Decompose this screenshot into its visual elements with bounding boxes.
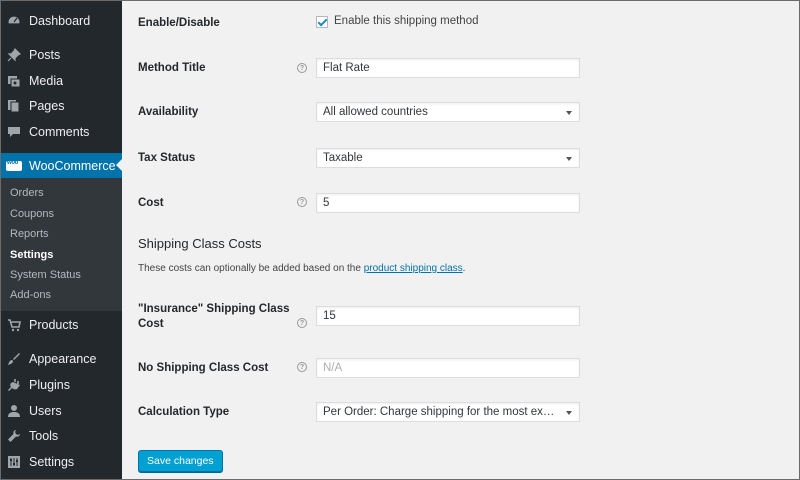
cart-icon [7, 318, 21, 332]
woocommerce-submenu: Orders Coupons Reports Settings System S… [1, 178, 122, 311]
menu-settings-label: Settings [29, 455, 75, 469]
menu-media-label: Media [29, 74, 64, 88]
calculation-type-label: Calculation Type [138, 406, 230, 418]
help-icon[interactable]: ? [297, 362, 307, 372]
menu-settings[interactable]: Settings [1, 449, 122, 475]
user-icon [7, 404, 21, 418]
tax-status-selected-value: Taxable [323, 152, 363, 164]
menu-plugins-label: Plugins [29, 378, 70, 392]
menu-products-label: Products [29, 318, 79, 332]
calculation-type-selected-value: Per Order: Charge shipping for the most … [323, 406, 559, 418]
availability-select[interactable]: All allowed countries [316, 102, 580, 122]
pushpin-icon [7, 47, 22, 62]
menu-tools-label: Tools [29, 429, 59, 443]
tax-status-label: Tax Status [138, 152, 196, 164]
insurance-cost-input[interactable]: 15 [316, 306, 580, 326]
cost-input[interactable]: 5 [316, 193, 580, 213]
save-changes-button[interactable]: Save changes [138, 450, 223, 472]
no-shipping-class-cost-input[interactable]: N/A [316, 358, 580, 378]
wrench-icon [7, 429, 21, 443]
availability-selected-value: All allowed countries [323, 106, 428, 118]
no-shipping-class-cost-label: No Shipping Class Cost [138, 362, 269, 374]
menu-dashboard-label: Dashboard [29, 14, 91, 28]
menu-pages[interactable]: Pages [1, 93, 122, 119]
shipping-class-description: These costs can optionally be added base… [138, 263, 465, 274]
menu-users[interactable]: Users [1, 398, 122, 424]
menu-comments-label: Comments [29, 125, 90, 139]
product-shipping-class-link[interactable]: product shipping class [364, 263, 463, 274]
pages-icon [7, 99, 21, 113]
help-icon[interactable]: ? [297, 63, 307, 73]
admin-sidebar: Dashboard Posts Media Pages Comments woo… [1, 1, 122, 479]
dashboard-icon [7, 14, 21, 28]
method-title-label: Method Title [138, 62, 206, 74]
menu-posts-label: Posts [29, 48, 61, 62]
settings-content: Enable/Disable Enable this shipping meth… [122, 1, 799, 479]
enable-shipping-checkbox[interactable] [316, 16, 328, 28]
woocommerce-icon [6, 160, 22, 171]
menu-dashboard[interactable]: Dashboard [1, 8, 122, 34]
media-icon [7, 74, 21, 88]
enable-shipping-checkbox-label[interactable]: Enable this shipping method [334, 15, 479, 27]
settings-sliders-icon [7, 455, 21, 469]
browser-frame: Dashboard Posts Media Pages Comments woo… [0, 0, 800, 480]
menu-appearance[interactable]: Appearance [1, 346, 122, 372]
menu-comments[interactable]: Comments [1, 119, 122, 145]
insurance-cost-label-line1: "Insurance" Shipping Class [138, 303, 290, 315]
menu-tools[interactable]: Tools [1, 423, 122, 449]
method-title-input[interactable]: Flat Rate [316, 58, 580, 78]
menu-woocommerce[interactable]: WooCommerce [1, 153, 122, 178]
menu-products[interactable]: Products [1, 312, 122, 338]
menu-media[interactable]: Media [1, 68, 122, 94]
tax-status-select[interactable]: Taxable [316, 148, 580, 168]
description-period: . [462, 263, 466, 274]
help-icon[interactable]: ? [297, 197, 307, 207]
submenu-coupons[interactable]: Coupons [10, 208, 54, 220]
calculation-type-select[interactable]: Per Order: Charge shipping for the most … [316, 402, 580, 422]
insurance-cost-label-line2: Cost [138, 318, 164, 330]
submenu-add-ons[interactable]: Add-ons [10, 289, 51, 301]
availability-label: Availability [138, 106, 199, 118]
menu-posts[interactable]: Posts [1, 42, 122, 68]
comment-icon [7, 125, 21, 139]
submenu-settings[interactable]: Settings [10, 249, 53, 261]
menu-plugins[interactable]: Plugins [1, 372, 122, 398]
menu-pages-label: Pages [29, 99, 65, 113]
plug-icon [7, 378, 21, 392]
cost-label: Cost [138, 197, 164, 209]
menu-appearance-label: Appearance [29, 352, 97, 366]
description-text: These costs can optionally be added base… [138, 263, 364, 274]
submenu-orders[interactable]: Orders [10, 187, 44, 199]
menu-woocommerce-label: WooCommerce [29, 158, 116, 173]
menu-users-label: Users [29, 404, 62, 418]
paintbrush-icon [7, 352, 21, 366]
shipping-class-costs-heading: Shipping Class Costs [138, 236, 262, 251]
submenu-reports[interactable]: Reports [10, 228, 49, 240]
submenu-system-status[interactable]: System Status [10, 269, 81, 281]
enable-disable-label: Enable/Disable [138, 17, 220, 29]
help-icon[interactable]: ? [297, 318, 307, 328]
